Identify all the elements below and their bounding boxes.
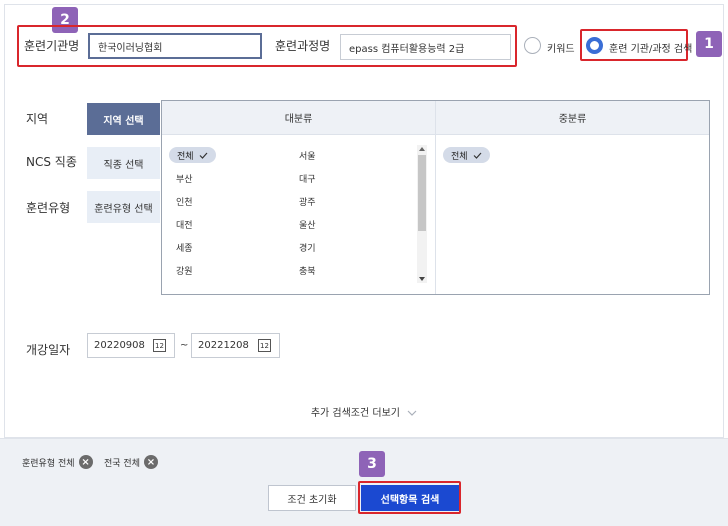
inst-course-radio[interactable] <box>586 37 603 54</box>
start-date-value: 20220908 <box>94 340 145 351</box>
course-input[interactable]: epass 컴퓨터활용능력 2급 <box>340 34 511 60</box>
end-date-input[interactable]: 20221208 12 <box>191 333 280 358</box>
inst-course-radio-label[interactable]: 훈련 기관/과정 검색 <box>609 40 692 55</box>
keyword-radio-label[interactable]: 키워드 <box>547 40 575 55</box>
region-item[interactable]: 경기 <box>299 241 316 254</box>
minor-all-chip[interactable]: 전체 <box>443 147 490 163</box>
column-divider <box>435 135 436 294</box>
region-item[interactable]: 대전 <box>176 218 193 231</box>
region-item[interactable]: 부산 <box>176 172 193 185</box>
tab-job-select[interactable]: 직종 선택 <box>87 147 160 179</box>
tab-training-type-select[interactable]: 훈련유형 선택 <box>87 191 160 223</box>
annotation-badge-1: 1 <box>696 31 722 57</box>
training-type-label: 훈련유형 <box>26 201 71 215</box>
region-item[interactable]: 광주 <box>299 195 316 208</box>
check-icon <box>473 152 482 159</box>
region-item[interactable]: 인천 <box>176 195 193 208</box>
selected-tag-label: 전국 전체 <box>104 458 140 469</box>
institution-input[interactable]: 한국이러닝협회 <box>88 33 262 59</box>
more-conditions-label: 추가 검색조건 더보기 <box>310 408 400 419</box>
major-category-header: 대분류 <box>162 101 435 135</box>
region-item[interactable]: 충북 <box>299 264 316 277</box>
region-item[interactable]: 울산 <box>299 218 316 231</box>
selected-tag-region: 전국 전체 × <box>104 455 158 469</box>
chevron-down-icon <box>407 410 417 416</box>
selected-tag-label: 훈련유형 전체 <box>22 458 75 469</box>
region-select-panel: 대분류 중분류 전체 부산 인천 대전 세종 강원 서울 대구 광주 울산 경기… <box>161 100 710 295</box>
tab-region-select[interactable]: 지역 선택 <box>87 103 160 135</box>
reset-conditions-button[interactable]: 조건 초기화 <box>268 485 356 511</box>
region-item[interactable]: 세종 <box>176 241 193 254</box>
region-item[interactable]: 대구 <box>299 172 316 185</box>
more-conditions-toggle[interactable]: 추가 검색조건 더보기 <box>0 404 728 419</box>
date-range-separator: ~ <box>180 340 189 351</box>
check-icon <box>199 152 208 159</box>
scroll-up-icon[interactable] <box>419 147 425 151</box>
region-item[interactable]: 서울 <box>299 149 316 162</box>
selected-tag-training-type: 훈련유형 전체 × <box>22 455 93 469</box>
remove-tag-icon[interactable]: × <box>78 455 93 469</box>
search-selected-button[interactable]: 선택항목 검색 <box>361 485 459 511</box>
keyword-radio[interactable] <box>524 37 541 54</box>
end-date-value: 20221208 <box>198 340 249 351</box>
institution-label: 훈련기관명 <box>24 39 80 53</box>
region-label: 지역 <box>26 112 49 126</box>
annotation-badge-3: 3 <box>359 451 385 477</box>
major-all-chip[interactable]: 전체 <box>169 147 216 163</box>
minor-all-label: 전체 <box>451 151 468 162</box>
course-label: 훈련과정명 <box>275 39 331 53</box>
start-date-label: 개강일자 <box>26 343 71 357</box>
scrollbar-thumb[interactable] <box>418 155 426 231</box>
minor-category-header: 중분류 <box>435 101 709 135</box>
calendar-icon[interactable]: 12 <box>258 339 271 352</box>
region-list-scrollbar[interactable] <box>417 145 427 283</box>
calendar-icon[interactable]: 12 <box>153 339 166 352</box>
remove-tag-icon[interactable]: × <box>143 455 158 469</box>
major-all-label: 전체 <box>177 151 194 162</box>
scroll-down-icon[interactable] <box>419 277 425 281</box>
region-item[interactable]: 강원 <box>176 264 193 277</box>
ncs-label: NCS 직종 <box>26 155 77 169</box>
start-date-input[interactable]: 20220908 12 <box>87 333 175 358</box>
